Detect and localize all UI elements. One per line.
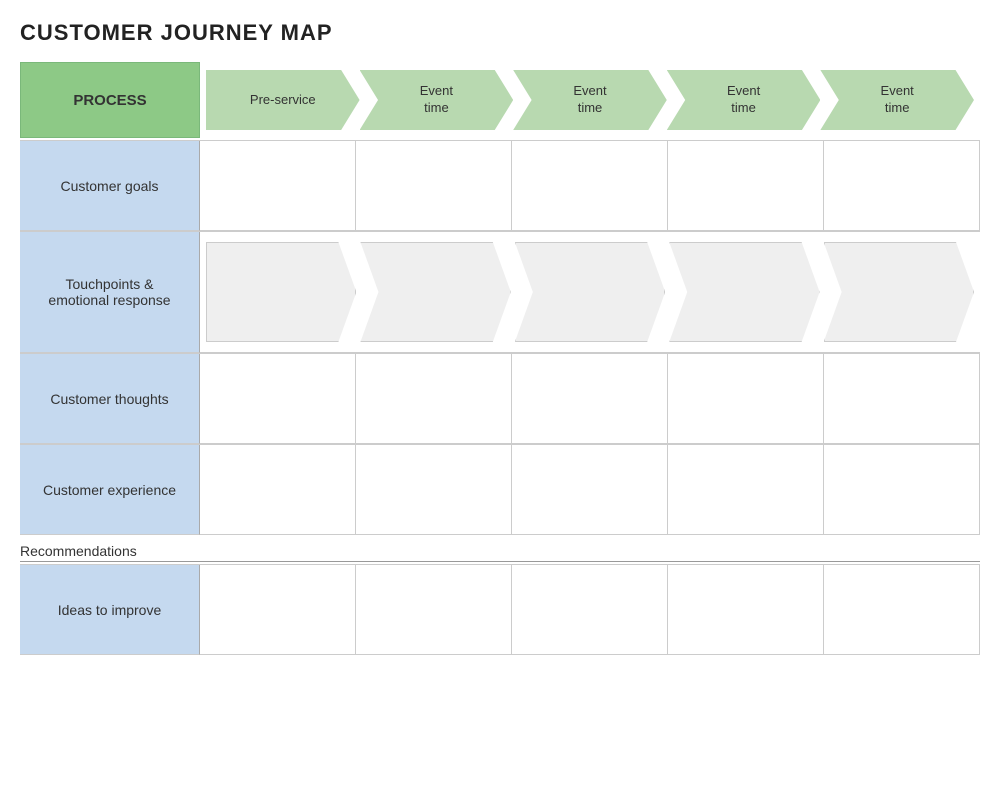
customer-goals-cells [200,141,980,231]
page-title: CUSTOMER JOURNEY MAP [20,20,980,46]
experience-cell-3[interactable] [512,445,668,535]
stage-2-shape: Event time [360,70,514,130]
stage-3: Event time [513,70,667,130]
thoughts-cell-5[interactable] [824,354,980,444]
ideas-cells [200,565,980,655]
stage-4: Event time [667,70,821,130]
experience-cell-2[interactable] [356,445,512,535]
ideas-cell-1[interactable] [200,565,356,655]
customer-experience-row: Customer experience [20,444,980,535]
customer-experience-cells [200,445,980,535]
goals-cell-1[interactable] [200,141,356,231]
touch-arrow-2 [360,242,510,342]
touch-arrow-5 [824,242,974,342]
thoughts-cell-2[interactable] [356,354,512,444]
touch-arrow-4 [669,242,819,342]
ideas-cell-5[interactable] [824,565,980,655]
ideas-row: Ideas to improve [20,564,980,655]
stage-1-shape: Pre-service [206,70,360,130]
ideas-cell-3[interactable] [512,565,668,655]
touch-arrow-1 [206,242,356,342]
touchpoints-row: Touchpoints & emotional response [20,231,980,353]
customer-thoughts-label: Customer thoughts [20,354,200,444]
touch-arrow-3 [515,242,665,342]
stage-5-shape: Event time [820,70,974,130]
process-row: PROCESS Pre-service Event time Event tim… [20,62,980,138]
goals-cell-5[interactable] [824,141,980,231]
customer-goals-label: Customer goals [20,141,200,231]
touchpoints-label: Touchpoints & emotional response [20,232,200,353]
touchpoints-cells [200,232,980,353]
goals-cell-2[interactable] [356,141,512,231]
process-label: PROCESS [20,62,200,138]
customer-thoughts-cells [200,354,980,444]
recommendations-divider [20,561,980,562]
ideas-cell-2[interactable] [356,565,512,655]
ideas-cell-4[interactable] [668,565,824,655]
ideas-label: Ideas to improve [20,565,200,655]
experience-cell-4[interactable] [668,445,824,535]
thoughts-cell-4[interactable] [668,354,824,444]
experience-cell-1[interactable] [200,445,356,535]
experience-cell-5[interactable] [824,445,980,535]
thoughts-cell-1[interactable] [200,354,356,444]
recommendations-label: Recommendations [20,537,980,561]
stage-4-shape: Event time [667,70,821,130]
goals-cell-3[interactable] [512,141,668,231]
stage-1: Pre-service [206,70,360,130]
customer-goals-row: Customer goals [20,140,980,231]
customer-experience-label: Customer experience [20,445,200,535]
customer-thoughts-row: Customer thoughts [20,353,980,444]
thoughts-cell-3[interactable] [512,354,668,444]
stage-5: Event time [820,70,974,130]
stage-3-shape: Event time [513,70,667,130]
goals-cell-4[interactable] [668,141,824,231]
process-arrow-container: Pre-service Event time Event time Event … [200,62,980,138]
stage-2: Event time [360,70,514,130]
